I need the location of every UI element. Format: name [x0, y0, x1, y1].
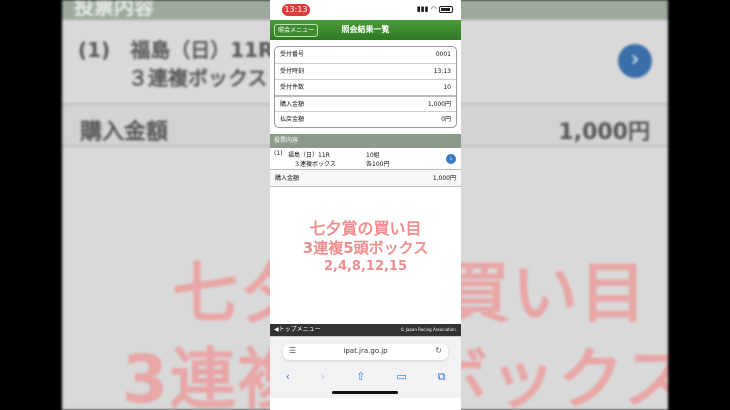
- purchase-value: 1,000円: [432, 175, 456, 182]
- reload-icon[interactable]: ↻: [435, 346, 442, 355]
- address-bar[interactable]: ☰ ipat.jra.go.jp ↻: [283, 344, 448, 360]
- home-indicator: [332, 391, 398, 394]
- signal-icon: ▮▮▮: [416, 5, 429, 13]
- info-value: 13:13: [433, 68, 451, 75]
- bg-purchase-value: 1,000円: [558, 120, 650, 145]
- info-label: 受付番号: [280, 51, 305, 58]
- back-icon[interactable]: ‹: [285, 370, 289, 384]
- inquiry-menu-button[interactable]: 照会メニュー: [274, 24, 319, 37]
- wifi-icon: ◠: [430, 5, 437, 13]
- bg-purchase-label: 購入金額: [80, 120, 169, 145]
- phone-screen: 13:13 ▮▮▮ ◠ 照会結果一覧 照会メニュー 受付番号 0001 受付時刻…: [270, 0, 461, 410]
- bet-type: ３連複ボックス: [294, 161, 336, 168]
- bg-arrow-icon: ›: [618, 44, 652, 78]
- video-frame: 投票内容 (1) 福島（日）11R ３連複ボックス › 購入金額 1,000円 …: [0, 0, 730, 410]
- browser-toolbar: ☰ ipat.jra.go.jp ↻ ‹ › ⇧ ▭ ⧉: [270, 336, 461, 398]
- info-row-receipt-count: 受付件数 10: [275, 79, 456, 95]
- purchase-total-row: 購入金額 1,000円: [270, 170, 461, 187]
- purchase-label: 購入金額: [275, 175, 300, 182]
- info-row-payout-amount: 払戻金額 0円: [275, 111, 456, 127]
- bets-section-header: 投票内容: [270, 134, 461, 148]
- info-label: 払戻金額: [280, 116, 305, 123]
- overlay-caption-line3: 2,4,8,12,15: [323, 259, 408, 274]
- info-row-receipt-number: 受付番号 0001: [275, 47, 456, 63]
- share-icon[interactable]: ⇧: [356, 370, 365, 384]
- page-footer: ◀トップメニュー © Japan Racing Association.: [270, 324, 461, 336]
- info-value: 0001: [435, 51, 451, 58]
- overlay-caption-line1: 七夕賞の買い目: [309, 219, 422, 238]
- overlay-caption-line2: 3連複5頭ボックス: [302, 239, 429, 257]
- bg-bet-type: ３連複ボックス: [128, 66, 268, 90]
- info-label: 受付時刻: [280, 68, 305, 75]
- browser-nav-row: ‹ › ⇧ ▭ ⧉: [270, 370, 461, 384]
- top-menu-link[interactable]: ◀トップメニュー: [274, 324, 321, 336]
- bookmarks-icon[interactable]: ▭: [396, 370, 406, 384]
- forward-icon[interactable]: ›: [321, 370, 325, 384]
- info-value: 0円: [441, 116, 451, 123]
- copyright: © Japan Racing Association.: [400, 327, 457, 332]
- bet-unit: 各100円: [366, 161, 390, 168]
- info-row-purchase-amount: 購入金額 1,000円: [275, 95, 456, 111]
- status-icons: ▮▮▮ ◠: [417, 5, 453, 13]
- receipt-info-box: 受付番号 0001 受付時刻 13:13 受付件数 10 購入金額 1,000円…: [274, 46, 457, 128]
- tabs-icon[interactable]: ⧉: [438, 370, 446, 384]
- bet-race: 福島（日）11R: [288, 152, 330, 159]
- bg-race-line: (1) 福島（日）11R: [78, 38, 274, 62]
- url-text: ipat.jra.go.jp: [343, 347, 388, 355]
- info-label: 購入金額: [280, 101, 305, 108]
- status-time: 13:13: [282, 4, 310, 16]
- info-value: 1,000円: [427, 101, 451, 108]
- content-area: 七夕賞の買い目 3連複5頭ボックス 2,4,8,12,15: [270, 187, 461, 324]
- info-row-receipt-time: 受付時刻 13:13: [275, 63, 456, 79]
- battery-icon: [439, 5, 453, 13]
- info-value: 10: [443, 84, 451, 91]
- bet-number: (1): [274, 150, 283, 157]
- status-bar: 13:13 ▮▮▮ ◠: [270, 0, 461, 20]
- title-bar: 照会結果一覧 照会メニュー: [270, 20, 461, 40]
- info-label: 受付件数: [280, 84, 305, 91]
- bet-row[interactable]: (1) 福島（日）11R ３連複ボックス 10組 各100円 ›: [270, 148, 461, 170]
- chevron-right-icon[interactable]: ›: [446, 154, 456, 164]
- bet-count: 10組: [366, 152, 380, 159]
